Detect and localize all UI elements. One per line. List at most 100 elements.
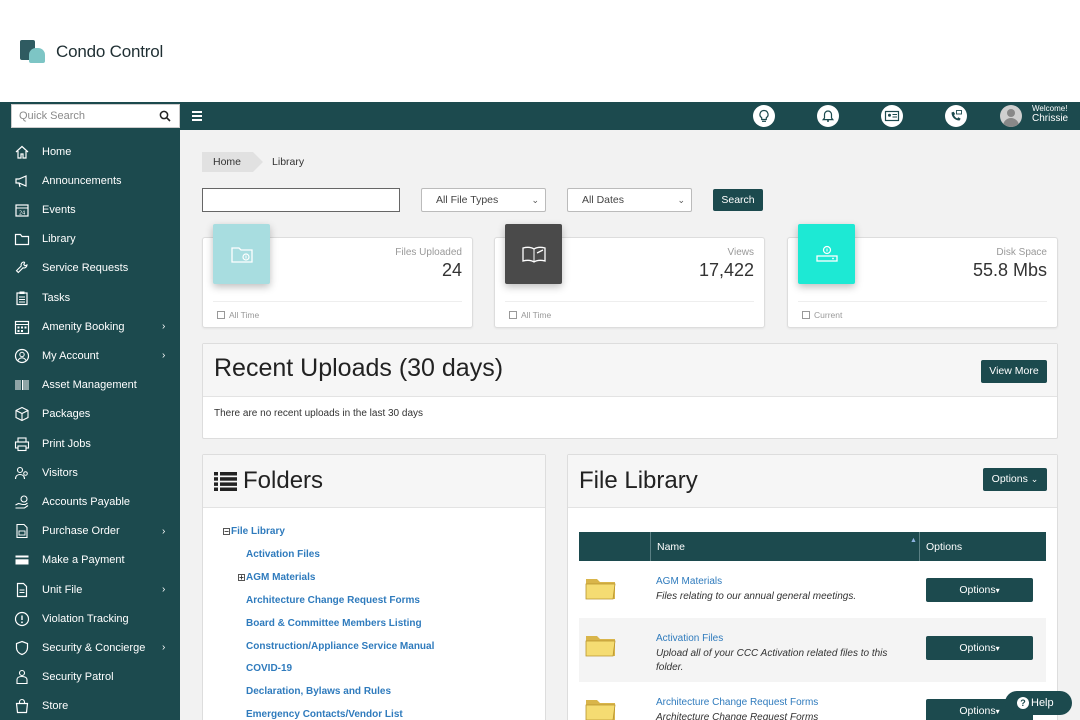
sidebar-item-make-a-payment[interactable]: Make a Payment [0,546,180,575]
sidebar-item-my-account[interactable]: My Account › [0,341,180,370]
sidebar-item-accounts-payable[interactable]: Accounts Payable [0,487,180,516]
tree-folder-item[interactable]: Activation Files [246,549,320,560]
stat-label: Files Uploaded [395,247,462,258]
sidebar-item-tasks[interactable]: Tasks [0,283,180,312]
file-name-link[interactable]: Activation Files [656,633,723,644]
sidebar-item-label: Amenity Booking [42,320,125,333]
warning-circle-icon [14,611,30,626]
breadcrumb-home[interactable]: Home [202,152,264,172]
sidebar-item-security-concierge[interactable]: Security & Concierge › [0,633,180,662]
caret-down-icon: ▾ [995,644,1000,653]
sidebar-item-label: Security & Concierge [42,641,146,654]
sidebar-item-packages[interactable]: Packages [0,400,180,429]
table-row: Architecture Change Request Forms Archite… [579,682,1046,720]
sidebar-item-home[interactable]: Home [0,137,180,166]
folder-icon[interactable] [585,630,617,658]
list-icon [214,472,237,491]
user-circle-icon [14,348,30,363]
file-name-link[interactable]: Architecture Change Request Forms [656,697,818,708]
sidebar-item-label: Print Jobs [42,437,91,450]
sidebar-item-print-jobs[interactable]: Print Jobs [0,429,180,458]
condo-control-logo[interactable] [20,40,46,64]
sidebar-item-label: Events [42,203,76,216]
tree-expand-icon[interactable]: + [238,574,245,582]
sidebar-item-label: Visitors [42,466,78,479]
sidebar-item-label: Accounts Payable [42,495,131,508]
file-name-link[interactable]: AGM Materials [656,576,722,587]
sidebar-item-label: Unit File [42,583,83,596]
sidebar-item-unit-file[interactable]: Unit File › [0,575,180,604]
sidebar-item-amenity-booking[interactable]: Amenity Booking › [0,312,180,341]
visitors-icon [14,466,28,479]
calendar-grid-icon [14,320,30,334]
chevron-right-icon: › [162,525,166,537]
file-description: Architecture Change Request Forms [656,712,819,720]
printer-icon [14,436,30,451]
top-nav-bar [0,102,1080,130]
sidebar-item-violation-tracking[interactable]: Violation Tracking [0,604,180,633]
date-select[interactable]: All Dates ⌄ [567,188,692,212]
panel-header: Recent Uploads (30 days) View More [203,344,1057,397]
tree-folder-item[interactable]: Construction/Appliance Service Manual [246,641,434,652]
row-options-button[interactable]: Options▾ [926,578,1033,602]
tree-folder-item[interactable]: Architecture Change Request Forms [246,595,420,606]
user-avatar[interactable] [1000,105,1022,127]
tree-folder-item[interactable]: Declaration, Bylaws and Rules [246,686,391,697]
id-card-icon[interactable] [881,105,903,127]
chevron-down-icon: ⌄ [1030,474,1039,484]
folder-icon[interactable] [585,573,617,601]
sidebar-item-asset-management[interactable]: Asset Management [0,371,180,400]
stat-footer: All Time [509,310,551,320]
options-label: Options [959,705,996,717]
file-library-title: File Library [579,467,698,494]
stat-card-views: Views 17,422 All Time [494,224,765,328]
column-options: Options [926,541,963,553]
file-type-select[interactable]: All File Types ⌄ [421,188,546,212]
folder-icon[interactable] [585,694,617,720]
tree-collapse-icon[interactable]: − [223,528,230,536]
sidebar-item-label: Packages [42,408,91,421]
column-name[interactable]: Name [657,541,685,553]
question-icon: ? [1017,697,1029,709]
sidebar-item-label: Tasks [42,291,71,304]
sidebar-item-store[interactable]: Store [0,692,180,720]
phone-mail-icon[interactable] [945,105,967,127]
help-button[interactable]: ? Help [1005,691,1072,715]
row-options-button[interactable]: Options▾ [926,636,1033,660]
options-dropdown-button[interactable]: Options ⌄ [983,468,1047,491]
menu-toggle-icon[interactable] [192,111,202,121]
sort-asc-icon[interactable]: ▲ [910,537,917,544]
sidebar-item-visitors[interactable]: Visitors [0,458,180,487]
sidebar-item-announcements[interactable]: Announcements [0,166,180,195]
library-search-input[interactable] [202,188,400,212]
tree-folder-item[interactable]: Emergency Contacts/Vendor List [246,709,403,720]
sidebar-item-label: Asset Management [42,379,137,392]
tree-root-file-library[interactable]: File Library [231,526,285,537]
view-more-button[interactable]: View More [981,360,1047,383]
table-row: Activation Files Upload all of your CCC A… [579,618,1046,682]
search-button[interactable]: Search [713,189,763,211]
barcode-icon [15,380,29,391]
user-name: Chrissie [1032,113,1069,124]
sidebar-item-label: Make a Payment [42,554,125,567]
sidebar-item-label: Store [42,700,69,713]
search-icon[interactable] [159,110,171,122]
bell-icon[interactable] [817,105,839,127]
options-label: Options [959,584,996,596]
sidebar-item-library[interactable]: Library [0,225,180,254]
stat-value: 55.8 Mbs [972,260,1047,280]
tree-folder-item[interactable]: Board & Committee Members Listing [246,618,422,629]
brand-name[interactable]: Condo Control [56,42,163,62]
sidebar-item-events[interactable]: 24 Events [0,195,180,224]
tree-folder-item[interactable]: AGM Materials [246,572,315,583]
sidebar-item-service-requests[interactable]: Service Requests [0,254,180,283]
breadcrumb: Home Library [202,152,304,172]
lightbulb-icon[interactable] [753,105,775,127]
welcome-user[interactable]: Welcome! Chrissie [1032,104,1068,124]
quick-search-input[interactable] [12,105,152,127]
patrol-icon [16,670,28,685]
sidebar-item-security-patrol[interactable]: Security Patrol [0,663,180,692]
table-header: Name ▲ Options [579,532,1046,561]
sidebar-item-purchase-order[interactable]: Purchase Order › [0,517,180,546]
tree-folder-item[interactable]: COVID-19 [246,663,292,674]
